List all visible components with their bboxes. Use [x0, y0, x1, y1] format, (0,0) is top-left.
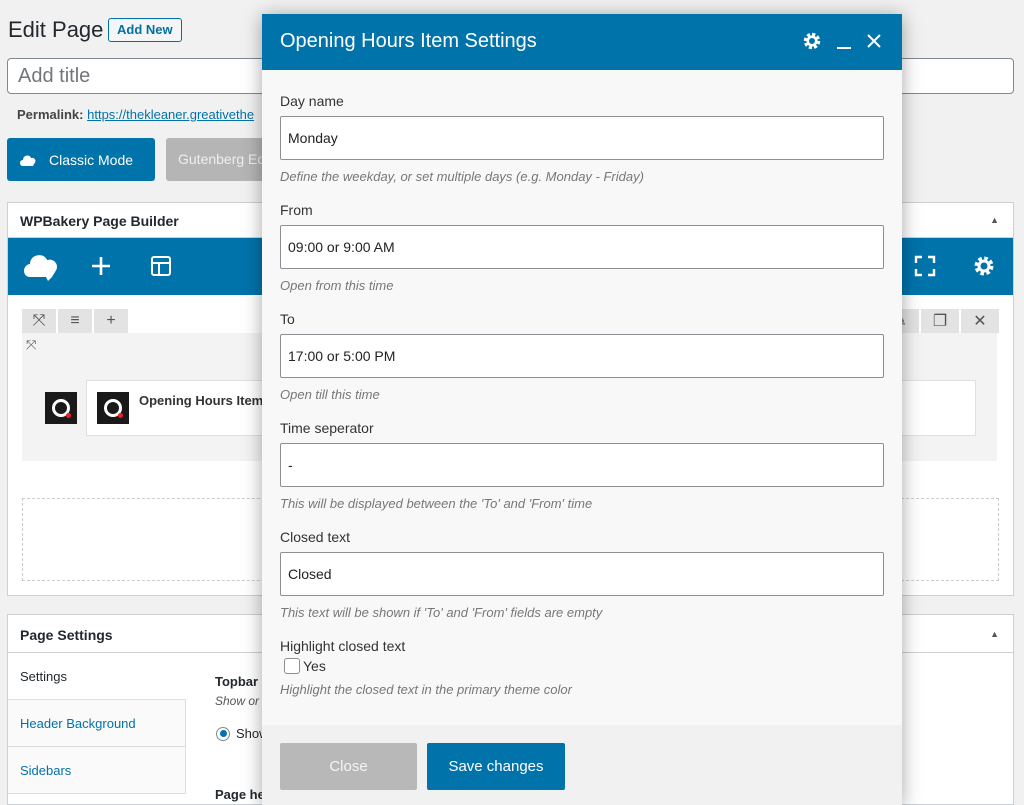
modal-header: Opening Hours Item Settings	[262, 14, 902, 70]
opening-hours-element-icon	[97, 392, 129, 424]
field-label: Day name	[280, 93, 344, 109]
field-closed-text: Closed text Closed This text will be sho…	[280, 529, 884, 620]
settings-gear-icon[interactable]	[972, 254, 996, 278]
field-label: To	[280, 311, 295, 327]
field-label: Closed text	[280, 529, 351, 545]
gear-icon[interactable]	[802, 31, 822, 51]
cloud-icon	[20, 155, 36, 166]
tab-sidebars[interactable]: Sidebars	[8, 747, 186, 794]
from-input[interactable]: 09:00 or 9:00 AM	[280, 225, 884, 269]
checkbox-label: Yes	[303, 658, 326, 674]
fullscreen-icon[interactable]	[914, 255, 936, 277]
modal-body: Day name Monday Define the weekday, or s…	[262, 70, 902, 725]
modal-controls	[802, 31, 882, 51]
field-from: From 09:00 or 9:00 AM Open from this tim…	[280, 202, 884, 293]
time-separator-input[interactable]: -	[280, 443, 884, 487]
field-description: This will be displayed between the 'To' …	[280, 496, 593, 511]
field-label: From	[280, 202, 313, 218]
row-clone-icon[interactable]: ❐	[921, 309, 959, 333]
field-description: This text will be shown if 'To' and 'Fro…	[280, 605, 603, 620]
column-move-icon[interactable]: ⤧	[26, 337, 36, 353]
permalink: Permalink: https://thekleaner.greativeth…	[17, 107, 254, 122]
field-description: Open till this time	[280, 387, 380, 402]
closed-text-input[interactable]: Closed	[280, 552, 884, 596]
field-description: Highlight the closed text in the primary…	[280, 682, 572, 697]
row-layout-icon[interactable]: ≡	[58, 309, 92, 333]
column-element-icon	[45, 392, 77, 424]
highlight-checkbox[interactable]	[284, 658, 300, 674]
show-radio[interactable]: Show	[216, 726, 269, 741]
collapse-arrow-icon[interactable]: ▲	[990, 629, 999, 639]
field-time-separator: Time seperator - This will be displayed …	[280, 420, 884, 511]
modal-title: Opening Hours Item Settings	[280, 30, 537, 52]
save-changes-button[interactable]: Save changes	[427, 743, 565, 790]
row-delete-icon[interactable]: ✕	[961, 309, 999, 333]
page-settings-title: Page Settings	[20, 627, 113, 643]
add-new-button[interactable]: Add New	[108, 18, 182, 42]
row-move-icon[interactable]: ⤧	[22, 309, 56, 333]
page-settings-tabs: Settings Header Background Sidebars	[8, 653, 186, 794]
minimize-icon[interactable]	[836, 32, 852, 50]
collapse-arrow-icon[interactable]: ▲	[990, 215, 999, 225]
radio-selected-icon[interactable]	[216, 726, 230, 741]
field-description: Open from this time	[280, 278, 394, 293]
day-name-input[interactable]: Monday	[280, 116, 884, 160]
settings-modal: Opening Hours Item Settings Day name Mon…	[262, 14, 902, 805]
permalink-label: Permalink:	[17, 107, 84, 122]
wpbakery-title: WPBakery Page Builder	[20, 213, 179, 229]
row-add-icon[interactable]: +	[94, 309, 128, 333]
field-label: Highlight closed text	[280, 638, 406, 654]
classic-mode-button[interactable]: Classic Mode	[7, 138, 155, 181]
tab-header-background[interactable]: Header Background	[8, 700, 186, 747]
wpbakery-logo-icon[interactable]	[22, 251, 60, 281]
field-highlight-closed: Highlight closed text Yes Highlight the …	[280, 638, 884, 697]
field-day-name: Day name Monday Define the weekday, or s…	[280, 93, 884, 184]
add-element-icon[interactable]	[90, 255, 112, 277]
classic-mode-label: Classic Mode	[49, 151, 134, 168]
page-header-label: Page he	[215, 787, 265, 802]
field-description: Define the weekday, or set multiple days…	[280, 169, 644, 184]
topbar-description: Show or	[215, 694, 260, 708]
row-controls: ⤧ ≡ +	[22, 309, 128, 333]
templates-icon[interactable]	[150, 255, 172, 277]
page-title: Edit Page	[8, 17, 104, 42]
to-input[interactable]: 17:00 or 5:00 PM	[280, 334, 884, 378]
close-icon[interactable]	[866, 33, 882, 49]
modal-footer: Close Save changes	[262, 725, 902, 805]
topbar-label: Topbar	[215, 674, 259, 689]
element-label: Opening Hours Item	[139, 393, 264, 408]
field-label: Time seperator	[280, 420, 374, 436]
field-to: To 17:00 or 5:00 PM Open till this time	[280, 311, 884, 402]
close-button[interactable]: Close	[280, 743, 417, 790]
tab-settings[interactable]: Settings	[8, 653, 186, 700]
permalink-link[interactable]: https://thekleaner.greativethe	[87, 107, 254, 122]
highlight-checkbox-row[interactable]: Yes	[284, 658, 884, 674]
